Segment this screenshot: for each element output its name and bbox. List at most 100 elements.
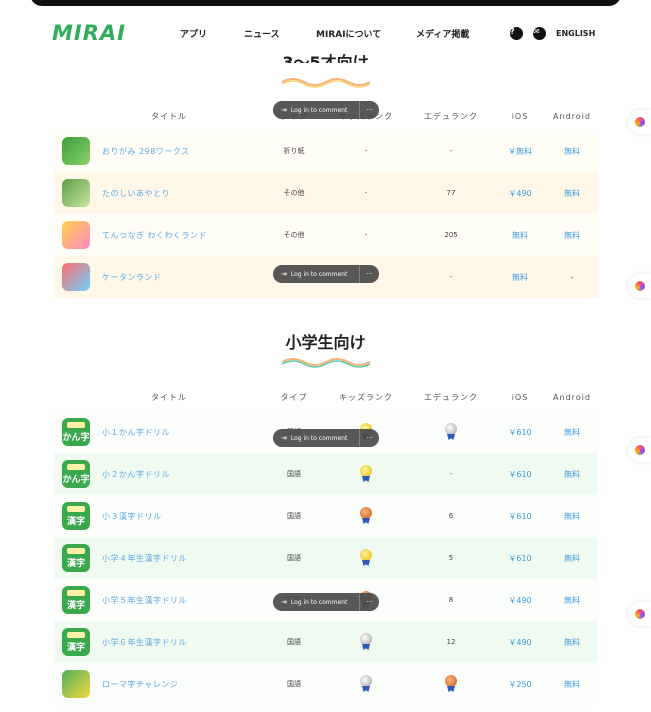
app-icon-ayatori — [62, 179, 90, 207]
android-price-link[interactable]: 無料 — [546, 511, 598, 522]
app-title-link[interactable]: 小３漢字ドリル — [102, 511, 162, 522]
col-ios: iOS — [511, 111, 529, 121]
ios-price-link[interactable]: ￥610 — [494, 469, 546, 480]
android-price-link[interactable]: 無料 — [546, 469, 598, 480]
mail-icon[interactable]: ✉ — [533, 26, 546, 40]
reaction-icon — [634, 609, 645, 619]
app-title-link[interactable]: 小学６年生漢字ドリル — [102, 637, 187, 648]
ios-price-link[interactable]: ￥250 — [494, 679, 546, 690]
ios-price-link[interactable]: ￥490 — [494, 637, 546, 648]
ios-price-link[interactable]: ￥610 — [494, 511, 546, 522]
gold-medal-icon — [359, 465, 373, 483]
app-title-link[interactable]: てんつなぎ わくわくランド — [102, 230, 207, 241]
app-icon-tentsunagi — [62, 221, 90, 249]
table-row[interactable]: 漢字 小３漢字ドリル 国語 6 ￥610 無料 — [54, 495, 598, 537]
reaction-icon — [634, 117, 645, 127]
app-title-link[interactable]: 小学５年生漢字ドリル — [102, 595, 187, 606]
app-icon-ketan — [62, 263, 90, 291]
app-title-link[interactable]: ローマ字チャレンジ — [102, 679, 178, 690]
section-wave-decoration — [281, 358, 371, 368]
android-price-link[interactable]: 無料 — [546, 679, 598, 690]
app-title-link[interactable]: ケータンランド — [102, 272, 162, 283]
nav-apps[interactable]: アプリ — [180, 27, 244, 40]
ios-price-link[interactable]: ￥610 — [494, 427, 546, 438]
col-edu-rank: エデュランク — [424, 111, 478, 121]
edu-rank: - — [449, 470, 453, 478]
table-row[interactable]: 漢字 小学６年生漢字ドリル 国語 12 ￥490 無料 — [54, 621, 598, 663]
side-reaction-badge[interactable] — [628, 438, 651, 462]
edu-rank: 6 — [448, 512, 454, 520]
more-options-icon[interactable]: ··· — [359, 593, 379, 611]
col-edu-rank: エデュランク — [424, 392, 478, 402]
ios-price-link[interactable]: 無料 — [494, 272, 546, 283]
app-icon-kanji: かん字 — [62, 418, 90, 446]
app-icon-kanji: 漢字 — [62, 628, 90, 656]
android-price-link[interactable]: 無料 — [546, 146, 598, 157]
app-icon-kanji: 漢字 — [62, 544, 90, 572]
site-header: MIRAI アプリ ニュース MIRAIについて メディア掲載 ? ✉ ENGL… — [52, 18, 612, 48]
ios-price-link[interactable]: ￥無料 — [494, 146, 546, 157]
app-type: 国語 — [287, 638, 301, 646]
app-type: 国語 — [287, 680, 301, 688]
android-price-link[interactable]: 無料 — [546, 553, 598, 564]
kids-rank: - — [364, 189, 368, 197]
comment-label: Log in to comment — [290, 434, 348, 442]
table-row[interactable]: たのしいあやとり その他 - 77 ￥490 無料 — [54, 172, 598, 214]
android-price-link[interactable]: 無料 — [546, 595, 598, 606]
app-icon-romaji — [62, 670, 90, 698]
bronze-medal-icon — [444, 675, 458, 693]
android-price-link[interactable]: 無料 — [546, 427, 598, 438]
app-type: その他 — [283, 231, 305, 239]
silver-medal-icon — [359, 675, 373, 693]
nav-about[interactable]: MIRAIについて — [316, 27, 416, 40]
help-icon[interactable]: ? — [510, 26, 523, 40]
kids-rank: - — [364, 231, 368, 239]
nav-media[interactable]: メディア掲載 — [416, 27, 510, 40]
more-options-icon[interactable]: ··· — [359, 429, 379, 447]
android-price-link[interactable]: 無料 — [546, 230, 598, 241]
more-options-icon[interactable]: ··· — [359, 265, 379, 283]
edu-rank: 8 — [448, 596, 454, 604]
login-icon: ⇥ — [281, 434, 287, 442]
app-title-link[interactable]: 小学４年生漢字ドリル — [102, 553, 187, 564]
table-header: タイトル タイプ キッズランク エデュランク iOS Android — [54, 383, 598, 411]
table-row[interactable]: かん字 小２かん字ドリル 国語 - ￥610 無料 — [54, 453, 598, 495]
android-price: - — [570, 272, 574, 282]
side-reaction-badge[interactable] — [628, 110, 651, 134]
android-price-link[interactable]: 無料 — [546, 188, 598, 199]
table-row[interactable]: てんつなぎ わくわくランド その他 - 205 無料 無料 — [54, 214, 598, 256]
ios-price-link[interactable]: ￥490 — [494, 595, 546, 606]
edu-rank: 77 — [446, 189, 456, 197]
login-icon: ⇥ — [281, 270, 287, 278]
app-icon-kanji: かん字 — [62, 460, 90, 488]
ios-price-link[interactable]: ￥610 — [494, 553, 546, 564]
language-english-link[interactable]: ENGLISH — [556, 29, 595, 38]
app-title-link[interactable]: たのしいあやとり — [102, 188, 170, 199]
app-icon-kanji: 漢字 — [62, 502, 90, 530]
android-price-link[interactable]: 無料 — [546, 637, 598, 648]
app-title-link[interactable]: 小１かん字ドリル — [102, 427, 170, 438]
login-to-comment-pill[interactable]: ⇥ Log in to comment ··· — [273, 265, 379, 283]
col-title: タイトル — [151, 392, 187, 402]
table-row[interactable]: 漢字 小学４年生漢字ドリル 国語 5 ￥610 無料 — [54, 537, 598, 579]
mirai-logo[interactable]: MIRAI — [52, 21, 164, 45]
table-row[interactable]: ローマ字チャレンジ 国語 ￥250 無料 — [54, 663, 598, 705]
app-title-link[interactable]: 小２かん字ドリル — [102, 469, 170, 480]
table-row[interactable]: おりがみ 298ワークス 折り紙 - - ￥無料 無料 — [54, 130, 598, 172]
ios-price-link[interactable]: 無料 — [494, 230, 546, 241]
side-reaction-badge[interactable] — [628, 274, 651, 298]
section-title-elementary: 小学生向け — [285, 333, 366, 352]
ios-price-link[interactable]: ￥490 — [494, 188, 546, 199]
edu-rank: 12 — [446, 638, 456, 646]
login-to-comment-pill[interactable]: ⇥ Log in to comment ··· — [273, 101, 379, 119]
silver-medal-icon — [359, 633, 373, 651]
col-title: タイトル — [151, 111, 187, 121]
app-type: 折り紙 — [283, 147, 305, 155]
more-options-icon[interactable]: ··· — [359, 101, 379, 119]
app-title-link[interactable]: おりがみ 298ワークス — [102, 146, 190, 157]
login-to-comment-pill[interactable]: ⇥ Log in to comment ··· — [273, 593, 379, 611]
side-reaction-badge[interactable] — [628, 602, 651, 626]
login-to-comment-pill[interactable]: ⇥ Log in to comment ··· — [273, 429, 379, 447]
edu-rank: 205 — [444, 231, 458, 239]
nav-news[interactable]: ニュース — [244, 27, 316, 40]
